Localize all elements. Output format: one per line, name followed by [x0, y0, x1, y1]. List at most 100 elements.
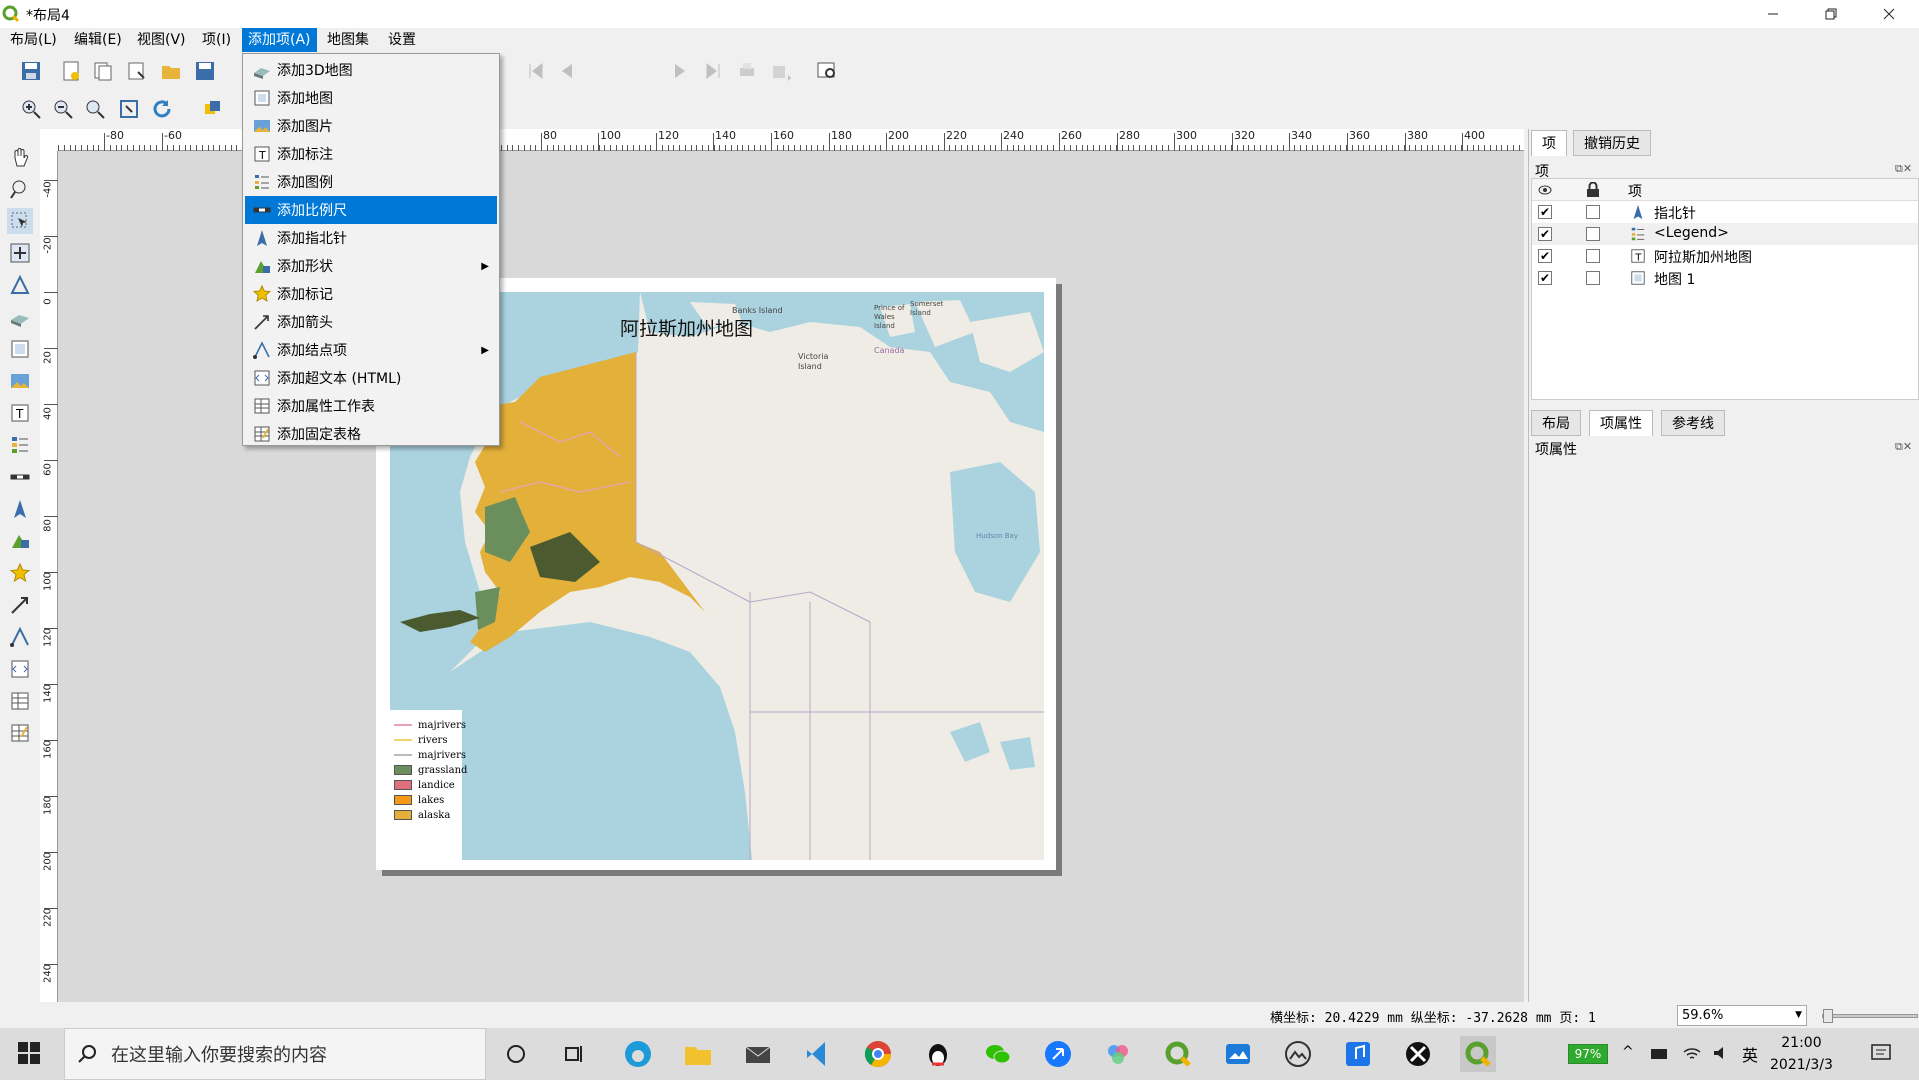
- tab-item-properties[interactable]: 项属性: [1589, 410, 1653, 436]
- add-shape-button[interactable]: [7, 528, 33, 554]
- edit-nodes-button[interactable]: [7, 272, 33, 298]
- pan-tool-button[interactable]: [7, 144, 33, 170]
- close-button[interactable]: [1866, 0, 1912, 28]
- tab-items[interactable]: 项: [1531, 130, 1567, 156]
- refresh-button[interactable]: [149, 96, 175, 122]
- add-marker-button[interactable]: [7, 560, 33, 586]
- add-label-button[interactable]: T: [7, 400, 33, 426]
- system-clock[interactable]: 21:00 2021/3/3: [1770, 1032, 1833, 1076]
- ime-indicator[interactable]: 英: [1742, 1042, 1758, 1066]
- add-html-menu-item[interactable]: 添加超文本 (HTML): [245, 364, 497, 392]
- next-feature-button[interactable]: [667, 58, 693, 84]
- menu-atlas[interactable]: 地图集: [321, 28, 375, 52]
- file-explorer-app[interactable]: [680, 1036, 716, 1072]
- add-3d-map-menu-item[interactable]: 添加3D地图: [245, 56, 497, 84]
- open-template-button[interactable]: [158, 58, 184, 84]
- menu-item[interactable]: 项(I): [196, 28, 237, 52]
- wifi-icon[interactable]: [1682, 1044, 1702, 1062]
- zoom-tool-button[interactable]: [7, 176, 33, 202]
- add-shape-menu-item[interactable]: 添加形状 ▶: [245, 252, 497, 280]
- menu-settings[interactable]: 设置: [382, 28, 422, 52]
- layout-manager-button[interactable]: [124, 58, 150, 84]
- add-picture-button[interactable]: [7, 368, 33, 394]
- add-marker-menu-item[interactable]: 添加标记: [245, 280, 497, 308]
- add-html-button[interactable]: [7, 656, 33, 682]
- menu-layout[interactable]: 布局(L): [4, 28, 63, 52]
- save-button[interactable]: [18, 58, 44, 84]
- add-fixed-table-button[interactable]: [7, 720, 33, 746]
- add-label-menu-item[interactable]: T 添加标注: [245, 140, 497, 168]
- chrome-app[interactable]: [860, 1036, 896, 1072]
- minimize-button[interactable]: [1750, 0, 1796, 28]
- visibility-checkbox[interactable]: ✔: [1538, 205, 1552, 219]
- first-feature-button[interactable]: [523, 58, 549, 84]
- edge-app[interactable]: [620, 1036, 656, 1072]
- legend-item[interactable]: majrivers rivers majrivers grassland landice…: [390, 710, 467, 860]
- item-row[interactable]: ✔ 指北针: [1532, 201, 1918, 223]
- visibility-checkbox[interactable]: ✔: [1538, 271, 1552, 285]
- tab-undo-history[interactable]: 撤销历史: [1573, 130, 1651, 156]
- zoom-slider[interactable]: [1822, 1009, 1918, 1023]
- save-template-button[interactable]: [192, 58, 218, 84]
- move-content-button[interactable]: [7, 240, 33, 266]
- add-arrow-button[interactable]: [7, 592, 33, 618]
- atlas-settings-button[interactable]: [814, 58, 840, 84]
- mail-app[interactable]: [740, 1036, 776, 1072]
- tab-guides[interactable]: 参考线: [1661, 410, 1725, 436]
- music-app[interactable]: [1340, 1036, 1376, 1072]
- lock-checkbox[interactable]: [1586, 271, 1600, 285]
- game-app[interactable]: [1280, 1036, 1316, 1072]
- lock-checkbox[interactable]: [1586, 205, 1600, 219]
- add-fixed-table-menu-item[interactable]: 添加固定表格: [245, 420, 497, 448]
- print-atlas-button[interactable]: [734, 58, 760, 84]
- add-map-button[interactable]: [7, 336, 33, 362]
- add-picture-menu-item[interactable]: 添加图片: [245, 112, 497, 140]
- item-row[interactable]: ✔ 地图 1: [1532, 267, 1918, 289]
- export-atlas-button[interactable]: [768, 58, 794, 84]
- zoom-full-button[interactable]: [116, 96, 142, 122]
- add-3d-map-button[interactable]: [7, 304, 33, 330]
- select-tool-button[interactable]: [7, 208, 33, 234]
- add-scalebar-menu-item[interactable]: 添加比例尺: [245, 196, 497, 224]
- qq-app[interactable]: [920, 1036, 956, 1072]
- qgis-app-2[interactable]: [1460, 1036, 1496, 1072]
- menu-edit[interactable]: 编辑(E): [68, 28, 128, 52]
- add-legend-button[interactable]: [7, 432, 33, 458]
- taskbar-search-box[interactable]: 在这里输入你要搜索的内容: [64, 1028, 486, 1080]
- add-node-item-button[interactable]: [7, 624, 33, 650]
- lock-checkbox[interactable]: [1586, 249, 1600, 263]
- task-view-button[interactable]: [556, 1036, 592, 1072]
- vertical-ruler[interactable]: -40 -20 0 20 40 60 80 100 120 140 160 180 200 220 240: [40, 151, 58, 1002]
- previous-feature-button[interactable]: [554, 58, 580, 84]
- float-close-icon[interactable]: ⧉✕: [1895, 162, 1912, 176]
- add-legend-menu-item[interactable]: 添加图例: [245, 168, 497, 196]
- map-title-label[interactable]: 阿拉斯加州地图: [620, 314, 753, 341]
- windows-start-button[interactable]: [18, 1042, 40, 1068]
- item-row[interactable]: ✔ <Legend>: [1532, 223, 1918, 245]
- tab-layout[interactable]: 布局: [1531, 410, 1581, 436]
- visibility-checkbox[interactable]: ✔: [1538, 227, 1552, 241]
- cortana-button[interactable]: [498, 1036, 534, 1072]
- menu-add-item[interactable]: 添加项(A): [242, 28, 317, 52]
- last-feature-button[interactable]: [700, 58, 726, 84]
- battery-indicator[interactable]: 97%: [1568, 1044, 1608, 1064]
- restore-button[interactable]: [1808, 0, 1854, 28]
- xbox-app[interactable]: [1400, 1036, 1436, 1072]
- new-layout-button[interactable]: [58, 58, 84, 84]
- chevron-up-icon[interactable]: ^: [1622, 1044, 1634, 1060]
- onedrive-app[interactable]: [1220, 1036, 1256, 1072]
- float-close-icon[interactable]: ⧉✕: [1895, 440, 1912, 454]
- menu-view[interactable]: 视图(V): [131, 28, 192, 52]
- add-node-item-menu-item[interactable]: 添加结点项 ▶: [245, 336, 497, 364]
- item-row[interactable]: ✔ T 阿拉斯加州地图: [1532, 245, 1918, 267]
- zoom-out-button[interactable]: [50, 96, 76, 122]
- items-tree[interactable]: 项 ✔ 指北针 ✔ <Legend> ✔ T 阿拉斯加州地图 ✔ 地图 1: [1531, 178, 1919, 400]
- qgis-app-1[interactable]: [1160, 1036, 1196, 1072]
- add-attribute-table-menu-item[interactable]: 添加属性工作表: [245, 392, 497, 420]
- add-map-menu-item[interactable]: 添加地图: [245, 84, 497, 112]
- lock-checkbox[interactable]: [1586, 227, 1600, 241]
- zoom-in-button[interactable]: [18, 96, 44, 122]
- duplicate-layout-button[interactable]: [90, 58, 116, 84]
- notification-icon[interactable]: [1870, 1042, 1892, 1064]
- vscode-app[interactable]: [800, 1036, 836, 1072]
